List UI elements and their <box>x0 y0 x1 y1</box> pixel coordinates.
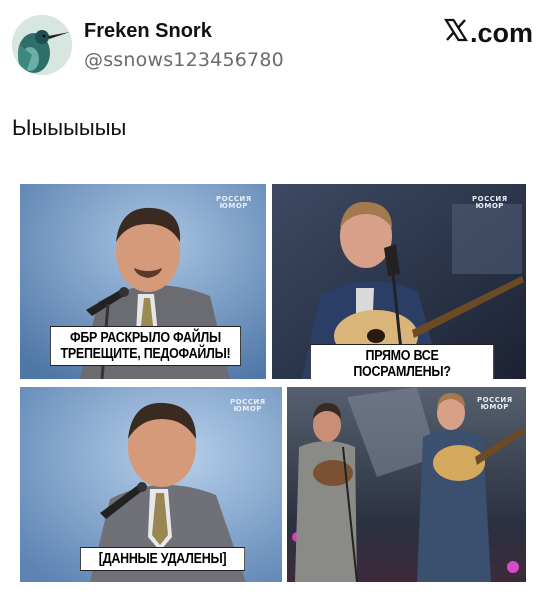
author-name[interactable]: Freken Snork <box>84 20 212 43</box>
meme-caption: ФБР РАСКРЫЛО ФАЙЛЫ ТРЕПЕЩИТЕ, ПЕДОФАЙЛЫ! <box>50 326 241 366</box>
tv-channel-logo: РОССИЯ ЮМОР <box>477 396 513 411</box>
meme-panel-3: РОССИЯ ЮМОР [ДАННЫЕ УДАЛЕНЫ] <box>20 387 282 582</box>
tv-channel-logo: РОССИЯ ЮМОР <box>216 195 252 210</box>
avatar[interactable] <box>12 15 72 75</box>
meme-caption: [ДАННЫЕ УДАЛЕНЫ] <box>80 547 246 571</box>
tv-channel-logo: РОССИЯ ЮМОР <box>472 195 508 210</box>
source-text: .com <box>469 18 533 48</box>
meme-panel-1: РОССИЯ ЮМОР ФБР РАСКРЫЛО ФАЙЛЫ ТРЕПЕЩИТЕ… <box>20 184 266 379</box>
x-logo-icon <box>443 18 468 42</box>
author-handle[interactable]: @ssnows123456780 <box>84 49 284 71</box>
meme-panel-4: РОССИЯ ЮМОР <box>287 387 526 582</box>
post-card: Freken Snork @ssnows123456780 .com Ыыыыы… <box>0 0 557 600</box>
meme-panel-2: РОССИЯ ЮМОР ПРЯМО ВСЕ ПОСРАМЛЕНЫ? <box>272 184 526 379</box>
meme-caption: ПРЯМО ВСЕ ПОСРАМЛЕНЫ? <box>310 344 495 379</box>
post-text: Ыыыыыыы <box>12 115 127 140</box>
meme-image[interactable]: РОССИЯ ЮМОР ФБР РАСКРЫЛО ФАЙЛЫ ТРЕПЕЩИТЕ… <box>14 176 544 588</box>
tv-channel-logo: РОССИЯ ЮМОР <box>230 398 266 413</box>
duo-stage-photo <box>287 387 526 582</box>
source-logo: .com <box>443 18 533 49</box>
hummingbird-icon <box>12 15 72 75</box>
